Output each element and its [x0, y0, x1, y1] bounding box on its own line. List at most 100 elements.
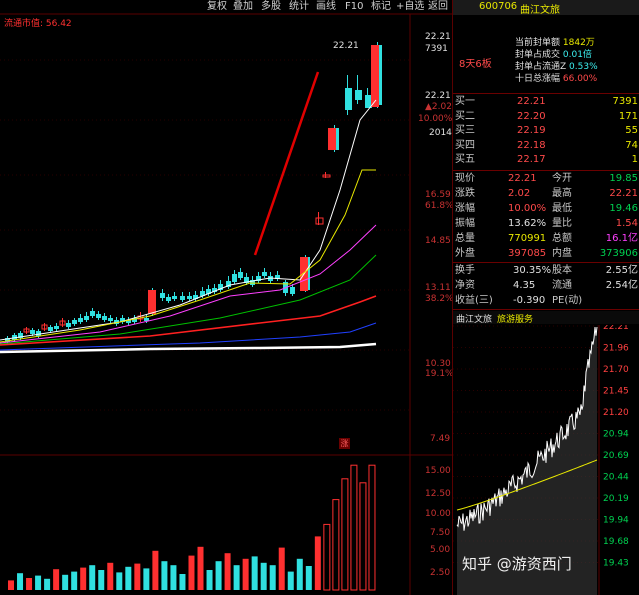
quote-value: 1.54: [615, 218, 638, 229]
order-book-volume: 1: [631, 154, 638, 165]
axis-label: 13.11: [425, 283, 451, 293]
intraday-axis-label: 19.94: [603, 516, 629, 526]
candle-body: [238, 272, 243, 278]
trend-arrow: [253, 71, 320, 256]
intraday-axis-label: 20.94: [603, 430, 629, 440]
volume-bar: [260, 562, 267, 590]
order-book-label: 买三: [455, 125, 475, 136]
candle-body: [180, 296, 185, 300]
quote-value: 16.1亿: [605, 233, 638, 244]
axis-label: 16.59: [425, 190, 451, 200]
intraday-axis-label: 19.43: [603, 559, 629, 569]
candle-body: [90, 311, 95, 316]
volume-bar: [305, 566, 312, 590]
quote-value: 397085: [508, 248, 547, 259]
quote-label: 外盘: [455, 248, 475, 259]
candle-body: [232, 274, 237, 282]
candle-body: [78, 318, 83, 322]
volume-axis-label: 7.50: [430, 528, 451, 538]
fund-label: 流通: [552, 280, 572, 291]
candle-body: [345, 88, 352, 110]
fund-value: -0.390: [513, 295, 546, 306]
volume-bar: [179, 574, 186, 590]
fundamentals-row: 收益(三) -0.390 PE(动): [453, 295, 639, 307]
quote-value: 22.21: [609, 188, 638, 199]
order-book-price: 22.19: [517, 125, 546, 136]
quote-row: 涨跌 2.02 最高 22.21: [453, 188, 639, 200]
quote-label: 总量: [455, 233, 475, 244]
volume-bar: [44, 578, 51, 590]
candle-body: [72, 320, 77, 324]
volume-bar: [161, 561, 168, 590]
quote-row: 涨幅 10.00% 最低 19.46: [453, 203, 639, 215]
axis-label: ▲2.02: [425, 102, 452, 112]
watermark: 知乎 @游资西门: [462, 555, 572, 573]
quote-label: 涨跌: [455, 188, 475, 199]
volume-bar: [26, 578, 33, 590]
volume-bar: [341, 478, 349, 591]
quote-label: 最低: [552, 203, 572, 214]
order-book-label: 买五: [455, 154, 475, 165]
quote-panel: 600706 曲江文旅 8天6板 当前封单额 1842万 封单占成交 0.01倍…: [452, 0, 639, 595]
fund-value: 2.55亿: [605, 265, 638, 276]
volume-bar: [215, 561, 222, 590]
candle-body: [322, 174, 331, 178]
candle-body: [54, 326, 59, 329]
axis-label: 10.00%: [418, 114, 453, 124]
limit-up-candle: [328, 128, 336, 150]
candle-body: [30, 330, 35, 334]
axis-label: 61.8%: [425, 201, 454, 211]
intraday-axis-label: 22.21: [603, 325, 629, 332]
volume-bar: [233, 565, 240, 590]
candlestick-chart: [0, 13, 452, 595]
candle-body: [315, 217, 324, 225]
axis-label: 22.21: [425, 32, 451, 42]
quote-label: 今开: [552, 173, 572, 184]
axis-label: 2014: [429, 128, 452, 138]
limit-up-candle: [371, 45, 379, 107]
quote-label: 总额: [552, 233, 572, 244]
volume-bar: [62, 574, 69, 590]
volume-bar: [89, 565, 96, 590]
quote-label: 涨幅: [455, 203, 475, 214]
intraday-axis-label: 20.69: [603, 451, 629, 461]
candle-body: [160, 293, 165, 298]
intraday-tab[interactable]: 旅游服务: [497, 312, 533, 325]
order-book-volume: 55: [625, 125, 638, 136]
intraday-axis-label: 21.70: [603, 365, 629, 375]
volume-axis-label: 5.00: [430, 545, 451, 555]
moving-averages: [0, 99, 377, 354]
quote-label: 内盘: [552, 248, 572, 259]
order-book-row: 买三 22.19 55: [453, 125, 639, 137]
order-book-price: 22.18: [517, 139, 546, 151]
intraday-axis-label: 21.20: [603, 408, 629, 418]
quote-value: 373906: [599, 248, 638, 259]
fund-value: 4.35: [513, 280, 536, 291]
volume-bar: [134, 563, 141, 590]
candle-body: [187, 296, 192, 299]
volume-bar: [170, 565, 177, 590]
volume-bar: [53, 569, 60, 590]
board-count: 8天6板: [459, 59, 492, 70]
chart-grid: [0, 13, 452, 595]
order-book-label: 买二: [455, 110, 475, 122]
candle-body: [290, 287, 295, 294]
volume-bar: [125, 566, 132, 590]
quote-value: 22.21: [508, 173, 537, 184]
fund-value: 2.54亿: [605, 280, 638, 291]
intraday-axis-label: 20.44: [603, 473, 629, 483]
volume-bar: [152, 550, 159, 590]
fund-label: 股本: [552, 265, 572, 276]
quote-row: 现价 22.21 今开 19.85: [453, 173, 639, 185]
intraday-axis-label: 19.68: [603, 537, 629, 547]
intraday-axis-label: 21.45: [603, 387, 629, 397]
quote-value: 13.62%: [508, 218, 547, 229]
candle-body: [262, 272, 267, 276]
volume-bar: [107, 562, 114, 590]
quote-label: 振幅: [455, 218, 475, 229]
quote-value: 770991: [508, 233, 547, 244]
volume-axis-label: 2.50: [430, 568, 451, 578]
volume-axis-label: 10.00: [425, 509, 451, 519]
axis-label: 14.85: [425, 236, 451, 246]
quote-value: 10.00%: [508, 203, 547, 214]
